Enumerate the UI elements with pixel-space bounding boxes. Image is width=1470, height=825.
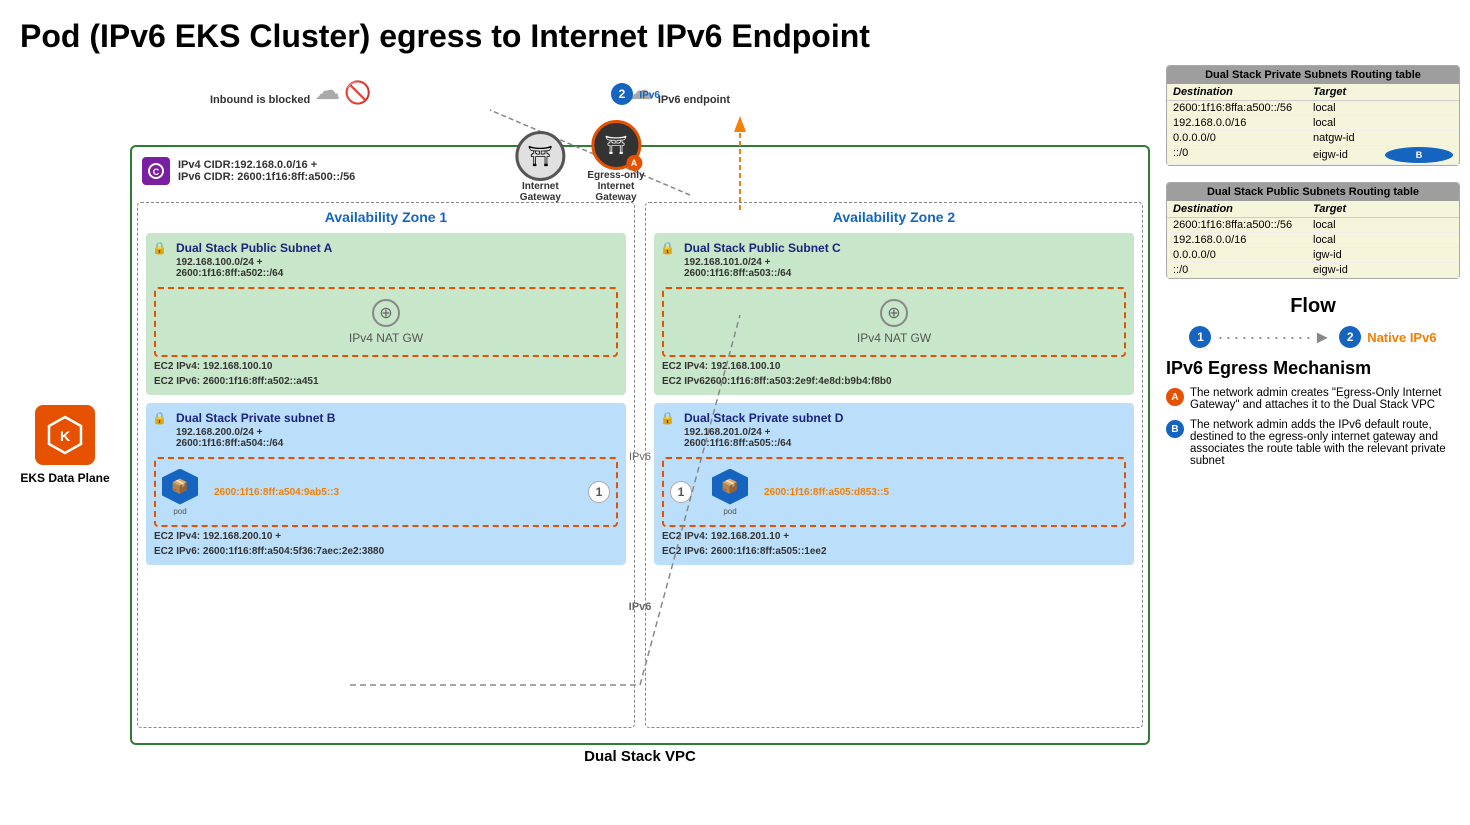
egress-only-gateway: ⛩ A Egress-only Internet Gateway <box>587 120 644 203</box>
vpc-label: Dual Stack VPC <box>584 748 696 765</box>
az2-public-subnet: 🔒 Dual Stack Public Subnet C 192.168.101… <box>654 233 1134 395</box>
ipv6-label-center: IPv6 <box>629 601 652 613</box>
internet-gateway: ⛩ Internet Gateway <box>515 131 565 203</box>
eks-data-plane-label: K EKS Data Plane <box>10 405 120 485</box>
inbound-blocked-area: Inbound is blocked ☁ 🚫 <box>210 75 372 106</box>
az1-public-subnet: 🔒 Dual Stack Public Subnet A 192.168.100… <box>146 233 626 395</box>
svg-text:C: C <box>153 167 160 177</box>
az2-pod-box: 1 📦 pod 2600:1f16:8ff:a505:d853::5 <box>662 457 1126 527</box>
svg-text:K: K <box>60 428 70 444</box>
gateways-area: ⛩ Internet Gateway ⛩ A Egress-only Inter… <box>509 120 650 203</box>
az1-zone: Availability Zone 1 🔒 Dual Stack Public … <box>137 202 635 728</box>
badge-2-top: 2 IPv6 <box>611 83 660 105</box>
private-routing-table: Dual Stack Private Subnets Routing table… <box>1166 65 1460 166</box>
az2-nat-gw-box: ⊕ IPv4 NAT GW <box>662 287 1126 357</box>
public-routing-table: Dual Stack Public Subnets Routing table … <box>1166 182 1460 279</box>
vpc-box: C IPv4 CIDR:192.168.0.0/16 + IPv6 CIDR: … <box>130 145 1150 745</box>
flow-section: Flow 1 ············► 2 Native IPv6 <box>1166 295 1460 348</box>
vpc-cidr-info: C IPv4 CIDR:192.168.0.0/16 + IPv6 CIDR: … <box>142 157 355 185</box>
page-title: Pod (IPv6 EKS Cluster) egress to Interne… <box>0 0 1470 65</box>
az2-private-subnet: 🔒 Dual Stack Private subnet D 192.168.20… <box>654 403 1134 565</box>
ipv6-label-center2: IPv6 <box>629 451 651 463</box>
sidebar: Dual Stack Private Subnets Routing table… <box>1150 65 1460 825</box>
mechanism-section: IPv6 Egress Mechanism A The network admi… <box>1166 358 1460 467</box>
az1-private-subnet: 🔒 Dual Stack Private subnet B 192.168.20… <box>146 403 626 565</box>
az1-nat-gw-box: ⊕ IPv4 NAT GW <box>154 287 618 357</box>
az2-zone: Availability Zone 2 🔒 Dual Stack Public … <box>645 202 1143 728</box>
az1-pod-box: 📦 pod 2600:1f16:8ff:a504:9ab5::3 1 <box>154 457 618 527</box>
